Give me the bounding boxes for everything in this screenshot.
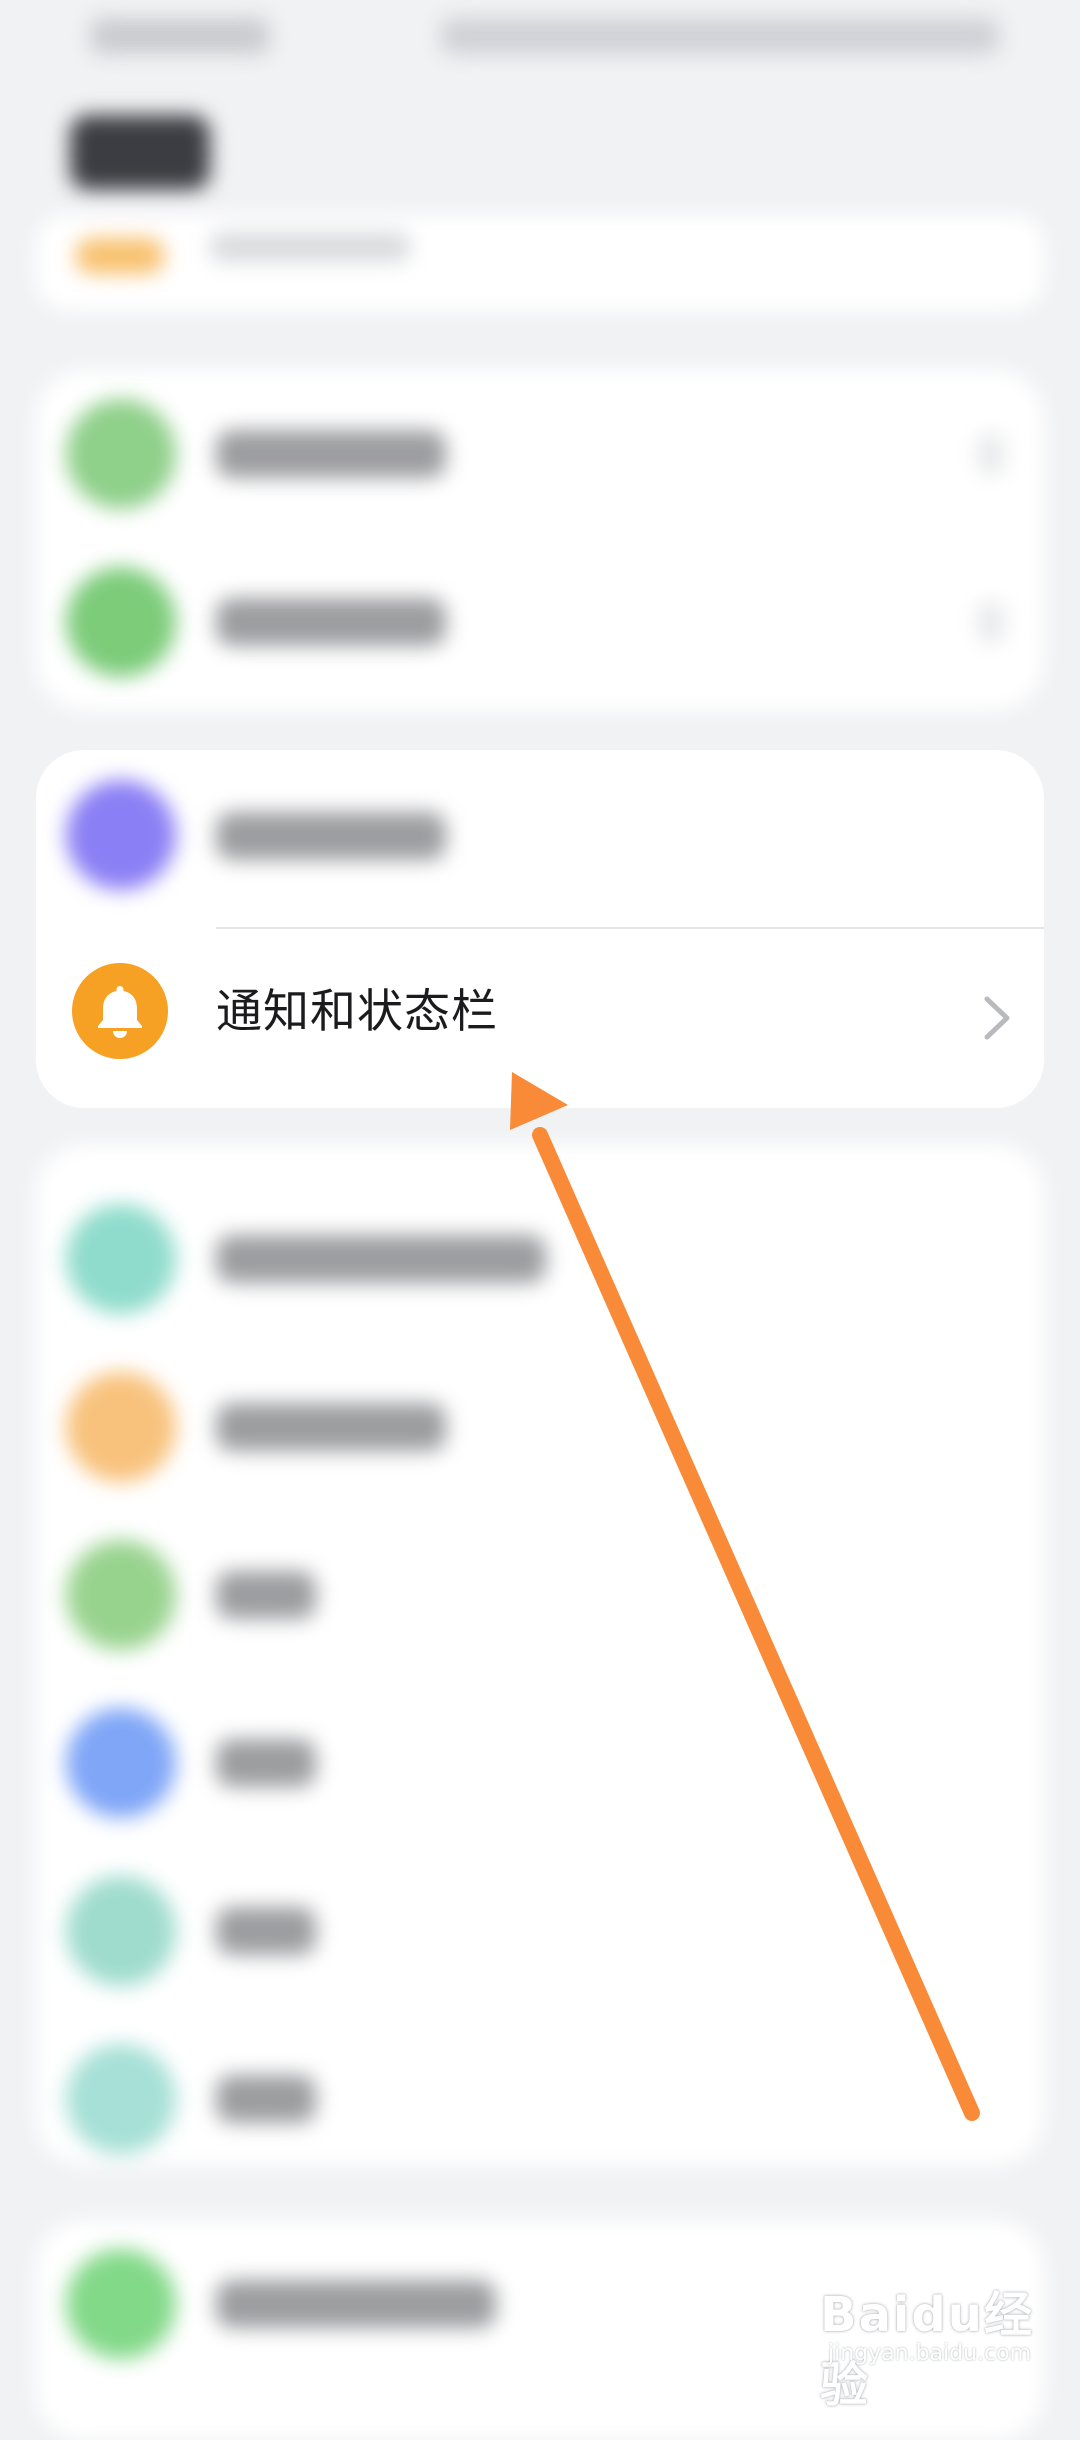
list-item-label bbox=[216, 430, 446, 478]
chevron-right-icon bbox=[978, 602, 1004, 642]
list-item-icon bbox=[66, 567, 176, 677]
list-item[interactable] bbox=[36, 370, 1044, 538]
list-item-label bbox=[216, 1739, 316, 1787]
list-item-label bbox=[216, 598, 446, 646]
watermark: Baidu经验 jingyan.baidu.com bbox=[820, 2275, 1060, 2413]
list-item-icon bbox=[66, 2044, 176, 2154]
list-item-icon bbox=[66, 1372, 176, 1482]
search-bar[interactable] bbox=[36, 215, 1044, 310]
chevron-right-icon bbox=[978, 434, 1004, 474]
notifications-status-bar-label: 通知和状态栏 bbox=[216, 984, 498, 1038]
list-item-label bbox=[216, 812, 446, 860]
search-icon bbox=[75, 238, 165, 274]
chevron-right-icon bbox=[984, 996, 1010, 1040]
settings-group-1 bbox=[36, 370, 1044, 710]
list-item-label bbox=[216, 2280, 496, 2328]
list-item-label bbox=[216, 2075, 316, 2123]
list-item-label bbox=[216, 1403, 446, 1451]
list-item[interactable] bbox=[36, 1343, 1044, 1511]
list-item[interactable] bbox=[36, 750, 1044, 920]
list-item-icon bbox=[66, 1708, 176, 1818]
bell-icon bbox=[98, 986, 142, 1038]
settings-group-3 bbox=[36, 1145, 1044, 2165]
list-item-label bbox=[216, 1907, 316, 1955]
settings-group-display: 通知和状态栏 bbox=[36, 750, 1044, 1108]
notifications-status-bar-item[interactable]: 通知和状态栏 bbox=[36, 930, 1044, 1108]
list-item-icon bbox=[66, 1540, 176, 1650]
list-item-label bbox=[216, 1235, 546, 1283]
list-item[interactable] bbox=[36, 1511, 1044, 1679]
page-title bbox=[70, 115, 210, 190]
status-bar bbox=[0, 0, 1080, 90]
search-placeholder bbox=[210, 232, 410, 262]
list-item[interactable] bbox=[36, 1679, 1044, 1847]
list-item[interactable] bbox=[36, 2015, 1044, 2183]
list-item[interactable] bbox=[36, 1847, 1044, 2015]
status-icons bbox=[440, 18, 1000, 54]
status-time bbox=[90, 18, 270, 54]
list-item-icon bbox=[66, 780, 176, 890]
notifications-icon-badge bbox=[72, 963, 168, 1059]
list-item[interactable] bbox=[36, 1175, 1044, 1343]
list-item-icon bbox=[66, 1876, 176, 1986]
watermark-url: jingyan.baidu.com bbox=[828, 2341, 1032, 2366]
list-item-icon bbox=[66, 1204, 176, 1314]
list-item-icon bbox=[66, 2249, 176, 2359]
divider bbox=[216, 927, 1044, 929]
list-item-label bbox=[216, 1571, 316, 1619]
list-item[interactable] bbox=[36, 538, 1044, 706]
list-item-icon bbox=[66, 399, 176, 509]
